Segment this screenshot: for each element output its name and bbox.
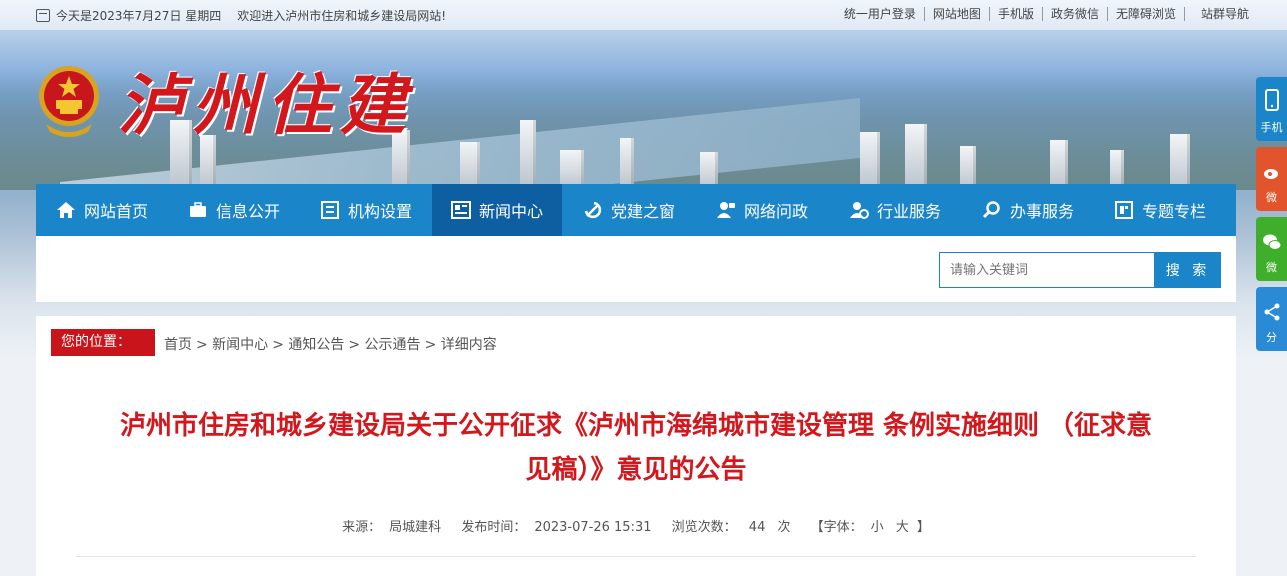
briefcase-icon: [189, 202, 206, 217]
view-count: 44: [748, 520, 766, 535]
divider: [76, 556, 1196, 557]
nav-label: 网络问政: [743, 202, 808, 221]
user-chat-icon: [716, 202, 735, 218]
home-icon: [56, 202, 75, 218]
news-icon: [450, 201, 471, 219]
nav-label: 行业服务: [876, 202, 941, 221]
search-input[interactable]: [939, 252, 1155, 288]
breadcrumb-notices[interactable]: > 通知公告: [272, 334, 344, 354]
location-label: 您的位置：: [51, 329, 155, 356]
nav-affairs-service[interactable]: 办事服务: [962, 184, 1094, 236]
nav-home[interactable]: 网站首页: [36, 184, 168, 236]
breadcrumb-news-center[interactable]: > 新闻中心: [196, 334, 268, 354]
sidebar-mobile[interactable]: 手机: [1256, 77, 1287, 141]
link-site-group[interactable]: 站群导航: [1185, 7, 1257, 21]
search-icon: [982, 201, 1000, 219]
views-unit: 次: [777, 520, 791, 535]
main-nav: 网站首页 信息公开 机构设置 新闻中心 党建之窗 网络问政 行业服务 办事服务 …: [36, 184, 1236, 236]
font-large-button[interactable]: 大: [896, 520, 909, 535]
org-icon: [320, 201, 339, 219]
nav-label: 党建之窗: [610, 202, 675, 221]
views-label: 浏览次数：: [671, 520, 737, 535]
breadcrumb-home[interactable]: 首页: [164, 334, 192, 354]
search-bar: 搜 索: [36, 236, 1236, 302]
national-emblem-icon: [39, 66, 99, 137]
date-text: 今天是2023年7月27日 星期四: [56, 9, 222, 23]
wechat-icon: [1262, 234, 1281, 250]
nav-label: 信息公开: [215, 202, 280, 221]
source-label: 来源：: [342, 520, 382, 535]
link-accessibility[interactable]: 无障碍浏览: [1108, 7, 1185, 21]
top-bar: 今天是2023年7月27日 星期四 欢迎进入泸州市住房和城乡建设局网站! 统一用…: [0, 0, 1287, 30]
nav-special-topics[interactable]: 专题专栏: [1094, 184, 1226, 236]
sidebar-label: 手机: [1260, 121, 1283, 134]
breadcrumb: 首页 > 新闻中心 > 通知公告 > 公示通告 > 详细内容: [164, 334, 497, 354]
nav-label: 专题专栏: [1141, 202, 1206, 221]
weibo-icon: [1263, 169, 1278, 179]
service-icon: [849, 202, 869, 219]
calendar-icon: [36, 9, 50, 22]
sidebar-weibo[interactable]: 微: [1256, 147, 1287, 211]
publish-date: 2023-07-26 15:31: [534, 520, 652, 535]
welcome-text: 欢迎进入泸州市住房和城乡建设局网站!: [237, 9, 447, 23]
font-size-label: 【字体：: [810, 520, 863, 535]
site-logo[interactable]: 泸州住建: [118, 52, 414, 148]
share-icon: [1264, 303, 1279, 321]
topic-icon: [1114, 201, 1133, 219]
date-label: 发布时间：: [461, 520, 527, 535]
party-icon: [584, 201, 602, 219]
nav-label: 机构设置: [347, 202, 412, 221]
article-title-line: 泸州市住房和城乡建设局关于公开征求《泸州市海绵城市建设管理 条例实施细则 （征求…: [119, 411, 1153, 441]
link-wechat[interactable]: 政务微信: [1043, 7, 1108, 21]
nav-party-building[interactable]: 党建之窗: [562, 184, 696, 236]
header-banner: 今天是2023年7月27日 星期四 欢迎进入泸州市住房和城乡建设局网站! 统一用…: [0, 0, 1287, 360]
sidebar-wechat[interactable]: 微: [1256, 217, 1287, 281]
mobile-icon: [1264, 89, 1279, 111]
breadcrumb-public-notices[interactable]: > 公示通告: [348, 334, 420, 354]
font-size-close: 】: [916, 520, 930, 535]
sidebar-share[interactable]: 分: [1256, 287, 1287, 351]
breadcrumb-detail: > 详细内容: [424, 337, 497, 353]
sidebar-label: 分: [1266, 331, 1277, 344]
sidebar-label: 微: [1266, 261, 1277, 274]
sidebar-label: 微: [1266, 191, 1277, 204]
nav-label: 网站首页: [83, 202, 148, 221]
nav-label: 新闻中心: [478, 202, 543, 221]
link-sitemap[interactable]: 网站地图: [925, 7, 990, 21]
search-button[interactable]: 搜 索: [1155, 252, 1221, 288]
article-meta: 来源： 局城建科 发布时间： 2023-07-26 15:31 浏览次数： 44 次…: [36, 516, 1236, 535]
nav-news-center[interactable]: 新闻中心: [432, 184, 562, 236]
article-title-line: 见稿）》意见的公告: [525, 455, 747, 485]
nav-organization[interactable]: 机构设置: [300, 184, 432, 236]
nav-info-open[interactable]: 信息公开: [168, 184, 300, 236]
nav-label: 办事服务: [1009, 202, 1074, 221]
nav-online-inquiry[interactable]: 网络问政: [696, 184, 828, 236]
content-panel: 您的位置： 首页 > 新闻中心 > 通知公告 > 公示通告 > 详细内容 泸州市…: [36, 316, 1236, 576]
link-mobile[interactable]: 手机版: [990, 7, 1043, 21]
source-value: 局城建科: [389, 520, 442, 535]
link-user-login[interactable]: 统一用户登录: [836, 7, 925, 21]
article-title: 泸州市住房和城乡建设局关于公开征求《泸州市海绵城市建设管理 条例实施细则 （征求…: [76, 404, 1196, 492]
font-small-button[interactable]: 小: [871, 520, 884, 535]
floating-sidebar: 手机 微 微 分: [1256, 77, 1287, 357]
nav-industry-service[interactable]: 行业服务: [828, 184, 962, 236]
